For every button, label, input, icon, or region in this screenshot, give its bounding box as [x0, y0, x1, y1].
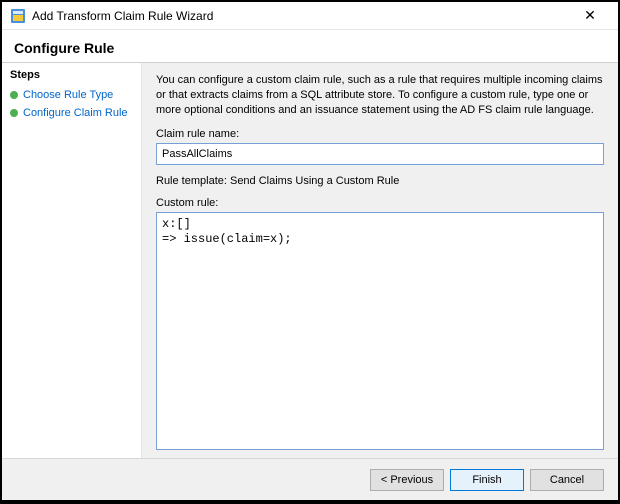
bullet-icon	[10, 91, 18, 99]
steps-sidebar: Steps Choose Rule Type Configure Claim R…	[2, 63, 142, 458]
previous-button[interactable]: < Previous	[370, 469, 444, 491]
custom-rule-textarea[interactable]	[156, 212, 604, 450]
rule-name-label: Claim rule name:	[156, 128, 604, 140]
main-panel: You can configure a custom claim rule, s…	[142, 63, 618, 458]
close-icon: ✕	[584, 7, 596, 24]
window-title: Add Transform Claim Rule Wizard	[32, 9, 570, 23]
page-title: Configure Rule	[14, 40, 606, 56]
titlebar: Add Transform Claim Rule Wizard ✕	[2, 2, 618, 30]
step-label: Choose Rule Type	[23, 89, 113, 101]
cancel-button[interactable]: Cancel	[530, 469, 604, 491]
page-header: Configure Rule	[2, 30, 618, 63]
wizard-icon	[10, 8, 26, 24]
close-button[interactable]: ✕	[570, 3, 610, 29]
finish-button[interactable]: Finish	[450, 469, 524, 491]
body: Steps Choose Rule Type Configure Claim R…	[2, 63, 618, 458]
steps-heading: Steps	[10, 69, 133, 81]
description-text: You can configure a custom claim rule, s…	[156, 73, 604, 118]
rule-name-input[interactable]	[156, 143, 604, 165]
wizard-window: Add Transform Claim Rule Wizard ✕ Config…	[2, 2, 618, 500]
button-bar: < Previous Finish Cancel	[2, 458, 618, 500]
step-label: Configure Claim Rule	[23, 107, 128, 119]
custom-rule-label: Custom rule:	[156, 197, 604, 209]
step-choose-rule-type[interactable]: Choose Rule Type	[10, 87, 133, 103]
step-configure-claim-rule[interactable]: Configure Claim Rule	[10, 105, 133, 121]
bullet-icon	[10, 109, 18, 117]
rule-template-text: Rule template: Send Claims Using a Custo…	[156, 175, 604, 187]
